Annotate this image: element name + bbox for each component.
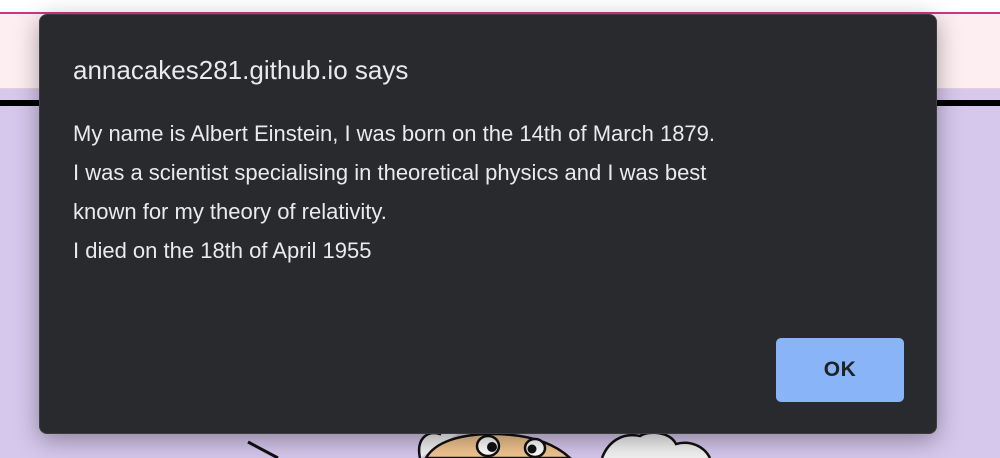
page-top-border [0,0,1000,14]
dialog-message: My name is Albert Einstein, I was born o… [73,114,893,270]
message-line: I was a scientist specialising in theore… [73,160,707,185]
ok-button[interactable]: OK [776,338,904,402]
dialog-title: annacakes281.github.io says [73,55,409,85]
message-line: I died on the 18th of April 1955 [73,238,372,263]
message-line: My name is Albert Einstein, I was born o… [73,121,716,146]
message-line: known for my theory of relativity. [73,199,387,224]
alert-dialog: annacakes281.github.io says My name is A… [39,14,937,434]
